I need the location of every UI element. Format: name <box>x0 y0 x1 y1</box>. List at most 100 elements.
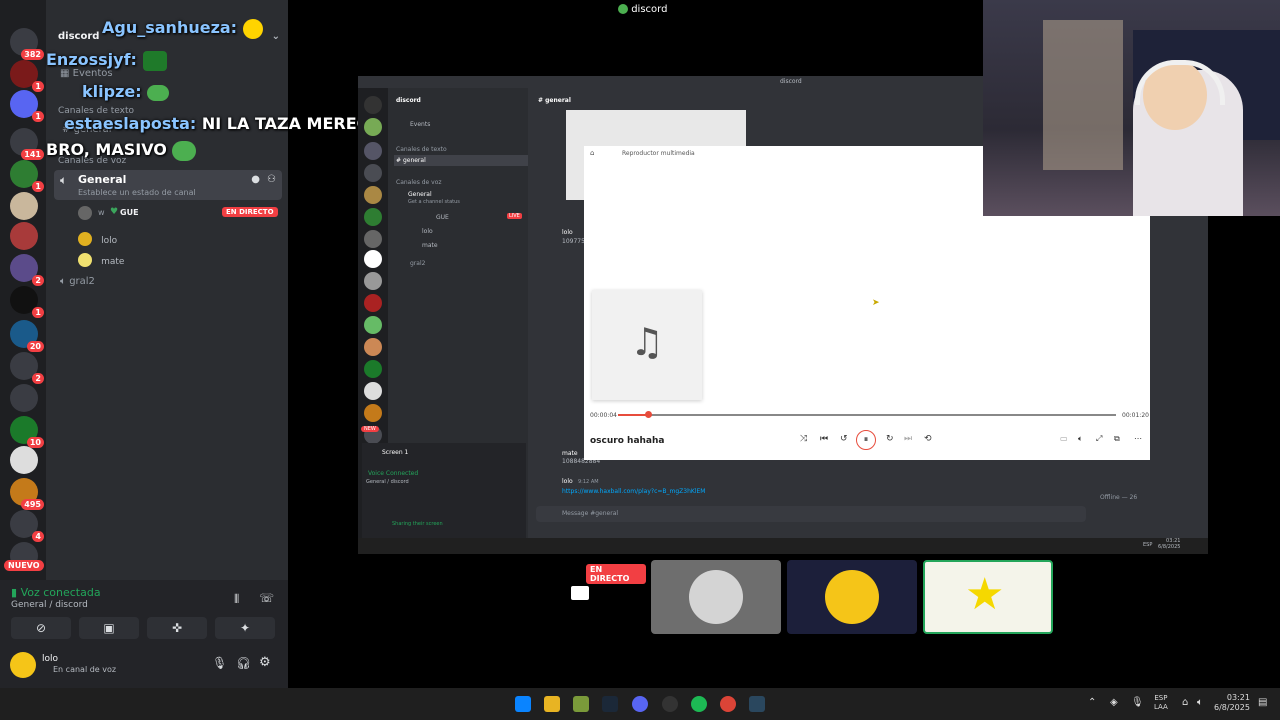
inner-message-input[interactable]: Message #general <box>536 506 1086 522</box>
repeat-icon[interactable]: ⟲ <box>924 434 932 444</box>
inner-live-badge: LIVE <box>507 213 522 219</box>
voice-member[interactable]: w ♥ GUE EN DIRECTO <box>78 206 278 222</box>
voice-channel-general[interactable]: 🔈︎ General Establece un estado de canal … <box>54 170 282 200</box>
participant-tile[interactable] <box>651 560 781 634</box>
avatar[interactable] <box>10 652 36 678</box>
screenshare-tile[interactable]: EN DIRECTO <box>516 560 646 634</box>
seek-bar[interactable] <box>618 411 1116 418</box>
inner-sharing: Sharing their screen <box>392 521 443 527</box>
inner-server-name: discord <box>396 97 421 104</box>
server-icon[interactable] <box>10 222 38 250</box>
previous-icon[interactable]: ⏮ <box>820 434 828 444</box>
server-icon[interactable]: 2 <box>10 352 44 384</box>
server-icon <box>364 208 382 226</box>
server-icon <box>364 360 382 378</box>
server-icon[interactable] <box>10 446 38 474</box>
spotify-icon[interactable] <box>691 696 707 712</box>
server-icon[interactable]: 495 <box>10 478 44 510</box>
server-icon[interactable]: 382 <box>10 28 44 60</box>
server-icon[interactable]: 1 <box>10 60 44 92</box>
steam-icon[interactable] <box>602 696 618 712</box>
server-icon[interactable]: 4 <box>10 510 44 542</box>
server-icon <box>364 272 382 290</box>
participant-tile[interactable]: ★ <box>923 560 1053 634</box>
home-icon[interactable]: ⌂ <box>590 149 594 157</box>
inner-voice-connected: Voice Connected <box>368 470 419 477</box>
obs-icon[interactable] <box>662 696 678 712</box>
inner-msg-time: 9:12 AM <box>578 479 599 485</box>
clock[interactable]: 03:21 6/8/2025 <box>1214 693 1250 713</box>
signal-icon: ▮ <box>11 586 18 599</box>
server-icon <box>364 164 382 182</box>
seek-thumb[interactable] <box>644 411 652 418</box>
new-badge: NEW <box>361 426 379 432</box>
miniplayer-icon[interactable]: ⧉ <box>1114 434 1120 444</box>
share-screen-button[interactable]: ▣ <box>79 617 139 639</box>
server-icon[interactable]: 141 <box>10 128 44 160</box>
volume-icon[interactable]: 🔈︎ <box>1078 434 1083 444</box>
server-icon[interactable]: 1 <box>10 90 44 122</box>
speaker-icon: 🔈︎ <box>60 173 68 187</box>
network-icon[interactable]: ⌂ <box>1182 697 1188 708</box>
chrome-icon[interactable] <box>720 696 736 712</box>
inner-events: Events <box>410 121 431 128</box>
server-icon <box>364 316 382 334</box>
pause-button[interactable]: ⏸ <box>856 430 876 450</box>
server-icon[interactable]: 1 <box>10 286 44 318</box>
server-icon[interactable]: 10 <box>10 416 44 448</box>
headphones-icon[interactable]: 🎧︎ <box>236 656 251 670</box>
next-icon[interactable]: ⏭ <box>904 434 912 444</box>
seek-bar-fill <box>618 414 648 416</box>
inner-link[interactable]: https://www.haxball.com/play?c=B_mgZ3hKl… <box>562 488 705 495</box>
steam-icon[interactable] <box>749 696 765 712</box>
server-icon[interactable]: 2 <box>10 254 44 286</box>
camera-off-icon: ⊘ <box>35 621 47 635</box>
chevron-up-icon[interactable]: ⌃ <box>1088 697 1096 708</box>
gear-icon[interactable]: ⚙ <box>259 655 271 670</box>
soundboard-button[interactable]: ✦ <box>215 617 275 639</box>
mic-tray-icon[interactable]: 🎙︎ <box>1131 697 1144 708</box>
input-language[interactable]: ESP LAA <box>1154 694 1168 712</box>
noise-suppression-icon[interactable]: ⦀ <box>234 592 239 607</box>
caption-icon[interactable]: ▭ <box>1060 434 1068 443</box>
voice-member[interactable]: mate <box>78 249 124 268</box>
more-icon[interactable]: ⋯ <box>1134 434 1142 443</box>
chat-icon[interactable]: ● <box>251 174 260 185</box>
inner-member: lolo <box>422 228 433 235</box>
live-badge: EN DIRECTO <box>586 564 646 584</box>
forward-icon[interactable]: ↻ <box>886 434 894 444</box>
start-icon[interactable] <box>515 696 531 712</box>
discord-icon[interactable] <box>632 696 648 712</box>
soundboard-icon: ✦ <box>239 621 251 635</box>
server-icon[interactable]: 1 <box>10 160 44 192</box>
rewind-icon[interactable]: ↺ <box>840 434 848 444</box>
tray-icon[interactable]: ◈ <box>1110 697 1118 708</box>
voice-channel-gral2[interactable]: 🔈︎ gral2 <box>60 276 95 287</box>
inner-msg-author: lolo <box>562 478 573 485</box>
notification-icon[interactable]: ▤ <box>1258 697 1267 708</box>
app-icon[interactable] <box>573 696 589 712</box>
monitor-icon <box>571 586 589 600</box>
server-icon[interactable] <box>10 384 38 412</box>
disconnect-icon[interactable]: ☏ <box>259 591 274 605</box>
username: lolo <box>42 654 59 664</box>
volume-icon[interactable]: 🔈︎ <box>1197 697 1203 708</box>
emoji-icon <box>242 18 263 39</box>
activity-button[interactable]: ✜ <box>147 617 207 639</box>
shuffle-icon[interactable]: ⤨ <box>800 434 807 444</box>
server-icon <box>364 404 382 422</box>
inner-offline-header: Offline — 26 <box>1100 494 1138 501</box>
camera-off-button[interactable]: ⊘ <box>11 617 71 639</box>
voice-member[interactable]: lolo <box>78 228 117 247</box>
fullscreen-icon[interactable]: ⤢ <box>1096 434 1102 444</box>
discord-logo-icon <box>618 4 628 14</box>
participant-tile[interactable] <box>787 560 917 634</box>
folder-icon[interactable] <box>544 696 560 712</box>
server-icon[interactable]: 20 <box>10 320 44 352</box>
voice-location[interactable]: General / discord <box>11 600 88 610</box>
server-icon[interactable] <box>10 192 38 220</box>
add-user-icon[interactable]: ⚇ <box>267 174 276 185</box>
chevron-down-icon[interactable]: ⌄ <box>272 31 280 42</box>
microphone-icon[interactable]: 🎙︎ <box>212 656 227 670</box>
chat-message: Enzossjyf: <box>46 50 167 71</box>
